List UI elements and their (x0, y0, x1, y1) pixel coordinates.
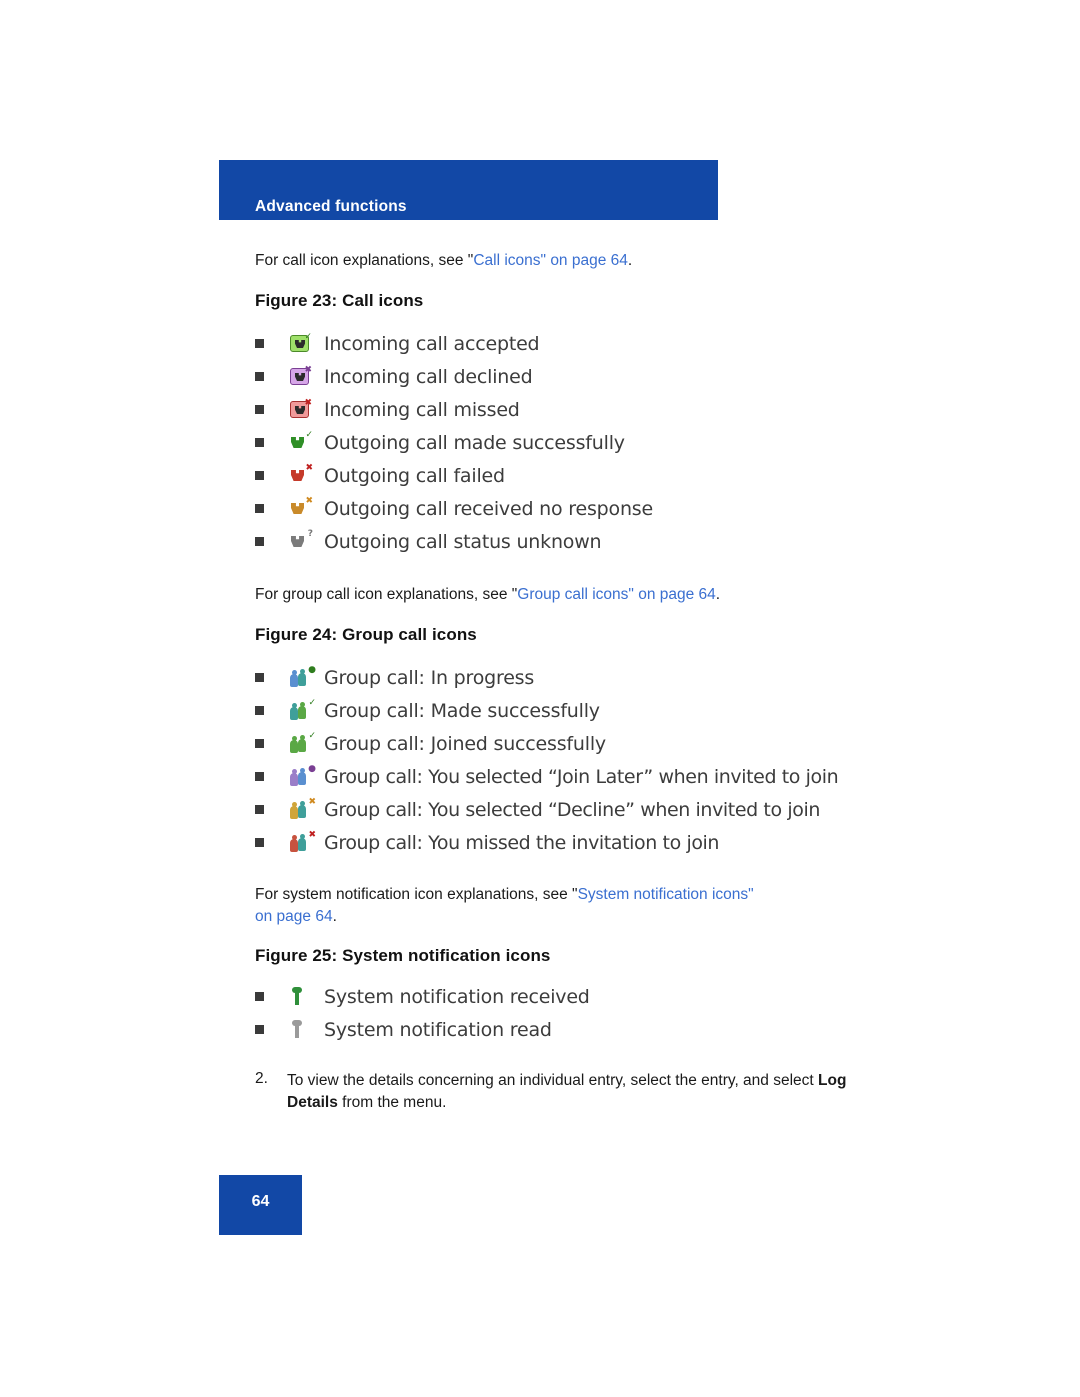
call-icons-intro-prefix: For call icon explanations, see " (255, 252, 474, 269)
group-call-joined-icon: ✓ (290, 731, 324, 753)
bullet-icon (255, 372, 264, 381)
figure-24-list: ● Group call: In progress ✓ Group call: … (255, 661, 839, 859)
step-text-part2: from the menu. (337, 1094, 447, 1112)
list-item: ✖ Outgoing call received no response (255, 492, 653, 525)
list-item-label: Group call: Made successfully (324, 699, 600, 722)
group-call-made-icon: ✓ (290, 698, 324, 720)
list-item: ✖ Group call: You selected “Decline” whe… (255, 793, 838, 826)
bullet-icon (255, 537, 264, 546)
incoming-call-declined-icon: ✖ (290, 366, 324, 385)
incoming-call-accepted-icon: ✓ (290, 333, 324, 352)
list-item-label: Incoming call declined (324, 365, 533, 388)
list-item-label: Outgoing call failed (324, 464, 505, 487)
call-icons-intro-suffix: . (627, 252, 633, 269)
bullet-icon (255, 339, 264, 348)
document-page: Advanced functions For call icon explana… (0, 0, 1080, 1397)
step-text: To view the details concerning an indivi… (287, 1070, 847, 1115)
system-notification-link-2[interactable]: on page 64 (255, 908, 333, 925)
list-item: ✖ Group call: You missed the invitation … (255, 826, 838, 859)
call-icons-intro: For call icon explanations, see "Call ic… (255, 250, 875, 272)
bullet-icon (255, 673, 264, 682)
step-text-part1: To view the details concerning an indivi… (287, 1072, 819, 1089)
list-item: ● Group call: In progress (255, 661, 838, 694)
group-call-missed-icon: ✖ (290, 830, 324, 852)
system-intro-suffix: . (332, 908, 337, 925)
group-call-intro-suffix: . (715, 586, 721, 603)
list-item-label: Outgoing call received no response (324, 497, 653, 520)
bullet-icon (255, 405, 264, 414)
group-call-icons-intro: For group call icon explanations, see "G… (255, 584, 935, 606)
outgoing-call-success-icon: ✓ (290, 431, 324, 451)
list-item-label: Outgoing call made successfully (324, 431, 625, 454)
list-item-label: Group call: In progress (324, 666, 535, 689)
list-item-label: System notification received (324, 985, 590, 1008)
outgoing-call-failed-icon: ✖ (290, 464, 324, 484)
bullet-icon (255, 471, 264, 480)
system-notification-read-icon (290, 1020, 324, 1039)
bullet-icon (255, 504, 264, 513)
list-item-label: Group call: You missed the invitation to… (324, 831, 720, 854)
group-call-join-later-icon: ● (290, 764, 324, 786)
figure-23-title: Figure 23: Call icons (255, 291, 424, 310)
list-item: ✓ Group call: Joined successfully (255, 727, 838, 760)
figure-23-list: ✓ Incoming call accepted ✖ Incoming call… (255, 327, 653, 558)
header-title: Advanced functions (255, 198, 407, 215)
list-item-label: Incoming call missed (324, 398, 520, 421)
list-item-label: Group call: You selected “Decline” when … (324, 798, 820, 821)
bullet-icon (255, 805, 264, 814)
list-item-label: Group call: You selected “Join Later” wh… (324, 765, 839, 788)
bullet-icon (255, 1025, 264, 1034)
list-item: ✖ Outgoing call failed (255, 459, 653, 492)
bullet-icon (255, 838, 264, 847)
list-item-label: Group call: Joined successfully (324, 732, 606, 755)
list-item-label: Incoming call accepted (324, 332, 540, 355)
list-item: ✖ Incoming call missed (255, 393, 653, 426)
bullet-icon (255, 772, 264, 781)
group-call-declined-icon: ✖ (290, 797, 324, 819)
group-call-icons-link[interactable]: Group call icons" on page 64 (517, 586, 716, 603)
list-item: System notification received (255, 980, 590, 1013)
list-item: ✓ Group call: Made successfully (255, 694, 838, 727)
list-item-label: Outgoing call status unknown (324, 530, 602, 553)
page-number: 64 (251, 1193, 270, 1210)
list-item: ✓ Outgoing call made successfully (255, 426, 653, 459)
list-item: ✖ Incoming call declined (255, 360, 653, 393)
incoming-call-missed-icon: ✖ (290, 399, 324, 418)
list-item: ✓ Incoming call accepted (255, 327, 653, 360)
system-notification-received-icon (290, 987, 324, 1006)
outgoing-call-unknown-icon: ? (290, 530, 324, 550)
figure-25-list: System notification received System noti… (255, 980, 590, 1046)
group-call-intro-prefix: For group call icon explanations, see " (255, 586, 518, 603)
call-icons-link[interactable]: Call icons" on page 64 (473, 252, 628, 269)
bullet-icon (255, 438, 264, 447)
list-item: ? Outgoing call status unknown (255, 525, 653, 558)
system-notification-intro-line2: on page 64. (255, 906, 855, 928)
group-call-in-progress-icon: ● (290, 665, 324, 687)
system-notification-intro-line1: For system notification icon explanation… (255, 884, 855, 906)
system-intro-prefix: For system notification icon explanation… (255, 886, 578, 903)
list-item: ● Group call: You selected “Join Later” … (255, 760, 839, 793)
list-item-label: System notification read (324, 1018, 552, 1041)
bullet-icon (255, 992, 264, 1001)
list-item: System notification read (255, 1013, 590, 1046)
system-notification-link-1[interactable]: System notification icons" (578, 886, 754, 903)
figure-24-title: Figure 24: Group call icons (255, 625, 477, 644)
bullet-icon (255, 706, 264, 715)
bullet-icon (255, 739, 264, 748)
figure-25-title: Figure 25: System notification icons (255, 946, 551, 965)
step-number: 2. (255, 1070, 268, 1087)
outgoing-call-no-response-icon: ✖ (290, 497, 324, 517)
